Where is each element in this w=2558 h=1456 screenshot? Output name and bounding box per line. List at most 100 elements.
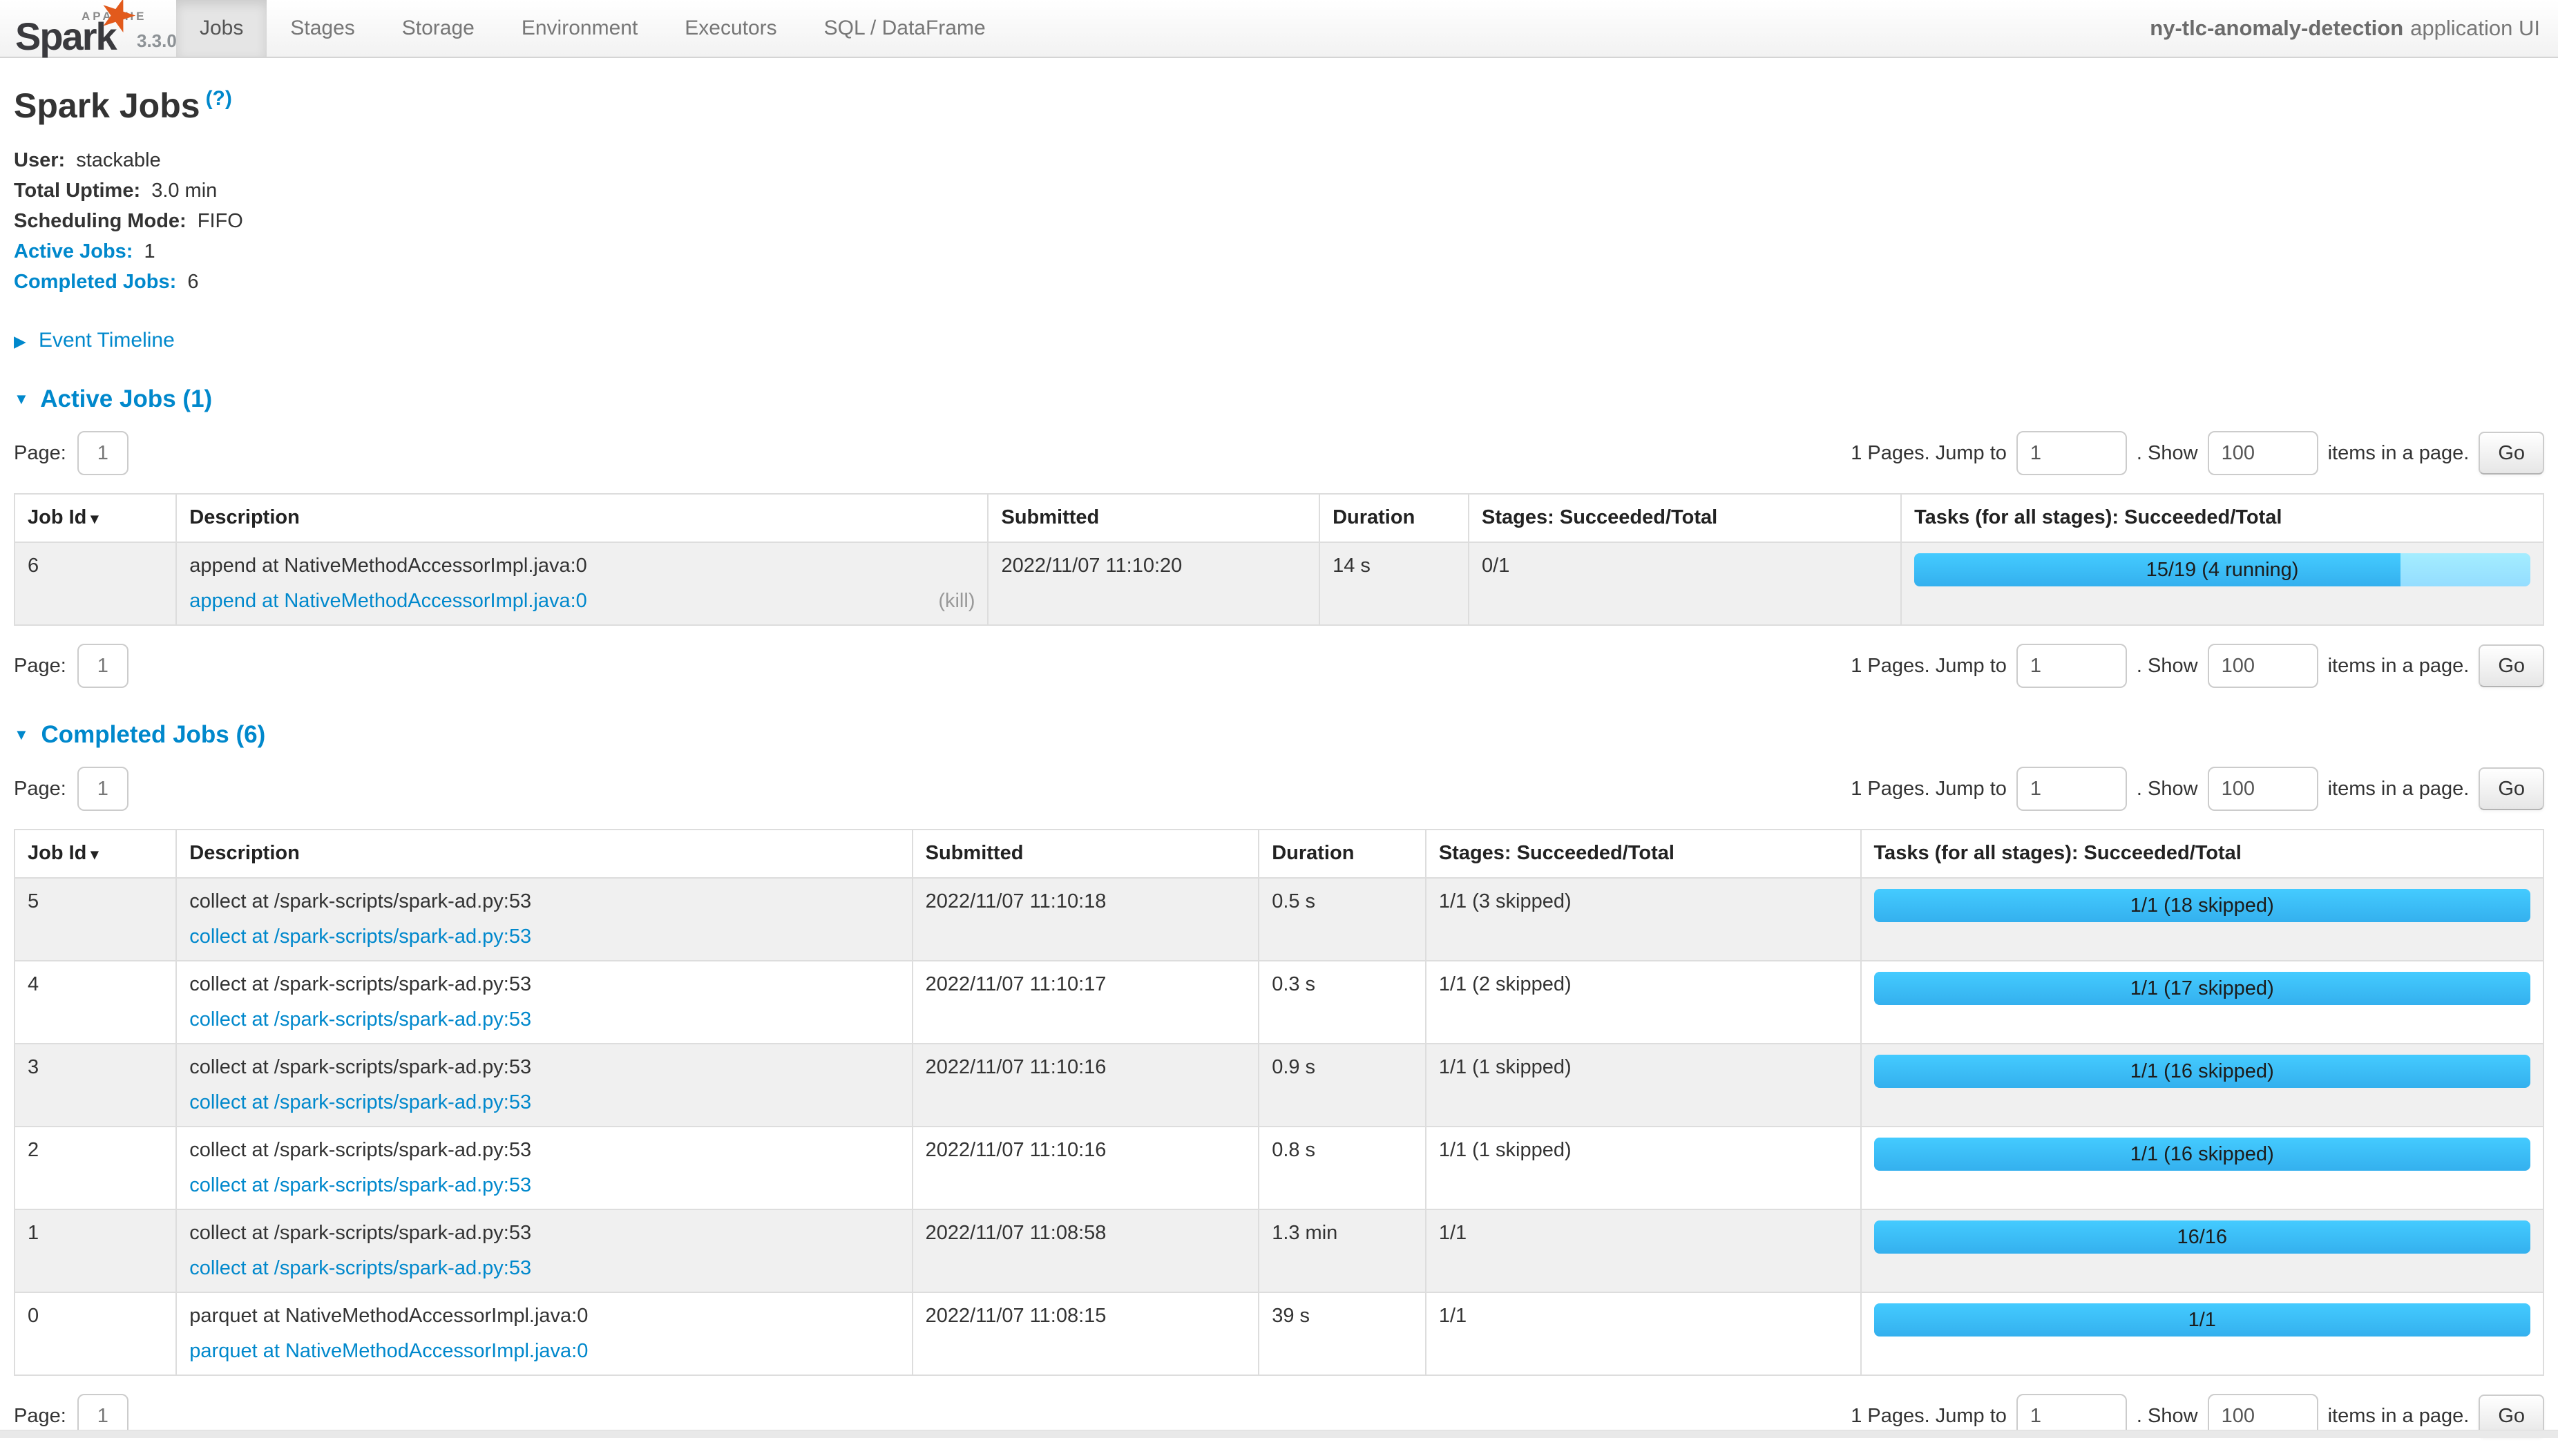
header-duration[interactable]: Duration bbox=[1259, 830, 1426, 878]
description-link[interactable]: parquet at NativeMethodAccessorImpl.java… bbox=[189, 1339, 588, 1364]
description-link[interactable]: collect at /spark-scripts/spark-ad.py:53 bbox=[189, 924, 531, 950]
go-button[interactable]: Go bbox=[2479, 644, 2544, 687]
scheduling-mode-label: Scheduling Mode: bbox=[14, 210, 187, 232]
description-link[interactable]: collect at /spark-scripts/spark-ad.py:53 bbox=[189, 1090, 531, 1115]
table-row: 2 collect at /spark-scripts/spark-ad.py:5… bbox=[15, 1127, 2543, 1209]
description-link[interactable]: collect at /spark-scripts/spark-ad.py:53 bbox=[189, 1007, 531, 1033]
go-button[interactable]: Go bbox=[2479, 432, 2544, 475]
tasks-progress-bar: 1/1 (17 skipped) bbox=[1874, 972, 2531, 1005]
description-link[interactable]: collect at /spark-scripts/spark-ad.py:53 bbox=[189, 1256, 531, 1281]
sort-desc-icon: ▾ bbox=[90, 510, 98, 527]
progress-label: 1/1 bbox=[1874, 1303, 2531, 1337]
show-items-input[interactable] bbox=[2208, 431, 2318, 475]
header-description[interactable]: Description bbox=[176, 830, 912, 878]
pages-text: 1 Pages. Jump to bbox=[1851, 1405, 2007, 1428]
summary-user: User: stackable bbox=[14, 145, 2544, 175]
job-id-cell: 2 bbox=[15, 1127, 176, 1209]
active-jobs-section-title: Active Jobs (1) bbox=[40, 385, 212, 412]
header-description[interactable]: Description bbox=[176, 494, 988, 542]
tasks-cell: 16/16 bbox=[1861, 1209, 2544, 1292]
active-jobs-count: 1 bbox=[144, 240, 155, 262]
summary-uptime: Total Uptime: 3.0 min bbox=[14, 175, 2544, 206]
tab-stages-label: Stages bbox=[290, 17, 354, 40]
page-input[interactable] bbox=[77, 431, 128, 475]
progress-label: 1/1 (16 skipped) bbox=[1874, 1138, 2531, 1171]
tab-stages[interactable]: Stages bbox=[267, 0, 378, 57]
submitted-cell: 2022/11/07 11:10:20 bbox=[988, 542, 1319, 625]
tasks-progress-bar: 1/1 bbox=[1874, 1303, 2531, 1337]
scheduling-mode-value: FIFO bbox=[198, 210, 243, 232]
description-cell: collect at /spark-scripts/spark-ad.py:53… bbox=[176, 878, 912, 961]
kill-link[interactable]: (kill) bbox=[938, 588, 975, 614]
header-submitted[interactable]: Submitted bbox=[988, 494, 1319, 542]
header-stages[interactable]: Stages: Succeeded/Total bbox=[1426, 830, 1861, 878]
page-input[interactable] bbox=[77, 644, 128, 688]
event-timeline-label: Event Timeline bbox=[39, 329, 175, 352]
header-duration[interactable]: Duration bbox=[1319, 494, 1469, 542]
description-link[interactable]: append at NativeMethodAccessorImpl.java:… bbox=[189, 588, 586, 614]
tab-executors[interactable]: Executors bbox=[661, 0, 800, 57]
show-text: . Show bbox=[2137, 778, 2198, 801]
stages-cell: 1/1 (1 skipped) bbox=[1426, 1044, 1861, 1127]
summary-scheduling-mode: Scheduling Mode: FIFO bbox=[14, 206, 2544, 236]
application-name: ny-tlc-anomaly-detection application UI bbox=[2150, 0, 2558, 57]
tab-environment[interactable]: Environment bbox=[498, 0, 661, 57]
tab-jobs[interactable]: Jobs bbox=[176, 0, 267, 57]
header-job-id-label: Job Id bbox=[28, 506, 86, 528]
active-jobs-link[interactable]: Active Jobs: bbox=[14, 240, 133, 262]
job-id-cell: 4 bbox=[15, 961, 176, 1044]
spark-wordmark: Spark bbox=[15, 14, 116, 59]
show-text: . Show bbox=[2137, 655, 2198, 678]
go-button[interactable]: Go bbox=[2479, 767, 2544, 810]
active-table-header-row: Job Id▾ Description Submitted Duration S… bbox=[15, 494, 2543, 542]
jump-to-input[interactable] bbox=[2016, 431, 2127, 475]
tab-environment-label: Environment bbox=[522, 17, 638, 40]
duration-cell: 0.9 s bbox=[1259, 1044, 1426, 1127]
horizontal-scrollbar[interactable] bbox=[0, 1430, 2558, 1438]
description-link[interactable]: collect at /spark-scripts/spark-ad.py:53 bbox=[189, 1173, 531, 1198]
header-stages[interactable]: Stages: Succeeded/Total bbox=[1469, 494, 1901, 542]
section-header-completed-jobs[interactable]: ▼ Completed Jobs (6) bbox=[14, 721, 2544, 749]
page-title: Spark Jobs (?) bbox=[14, 86, 2544, 126]
application-name-bold: ny-tlc-anomaly-detection bbox=[2150, 16, 2403, 41]
show-items-input[interactable] bbox=[2208, 767, 2318, 811]
page-title-text: Spark Jobs bbox=[14, 86, 200, 125]
header-tasks[interactable]: Tasks (for all stages): Succeeded/Total bbox=[1901, 494, 2543, 542]
description-cell: collect at /spark-scripts/spark-ad.py:53… bbox=[176, 961, 912, 1044]
tab-sql-dataframe[interactable]: SQL / DataFrame bbox=[801, 0, 1009, 57]
description-text: collect at /spark-scripts/spark-ad.py:53 bbox=[189, 1220, 899, 1246]
event-timeline-toggle[interactable]: ▶ Event Timeline bbox=[14, 329, 2544, 352]
tasks-progress-bar: 1/1 (18 skipped) bbox=[1874, 889, 2531, 922]
tab-storage[interactable]: Storage bbox=[379, 0, 498, 57]
table-row: 5collect at /spark-scripts/spark-ad.py:5… bbox=[15, 878, 2543, 961]
job-id-cell: 6 bbox=[15, 542, 176, 625]
help-link[interactable]: (?) bbox=[206, 87, 232, 110]
section-header-active-jobs[interactable]: ▼ Active Jobs (1) bbox=[14, 385, 2544, 413]
jump-to-input[interactable] bbox=[2016, 644, 2127, 688]
submitted-cell: 2022/11/07 11:10:16 bbox=[913, 1127, 1259, 1209]
table-row: 4collect at /spark-scripts/spark-ad.py:5… bbox=[15, 961, 2543, 1044]
completed-jobs-link[interactable]: Completed Jobs: bbox=[14, 271, 176, 293]
description-text: append at NativeMethodAccessorImpl.java:… bbox=[189, 553, 975, 579]
header-job-id[interactable]: Job Id▾ bbox=[15, 494, 176, 542]
description-text: collect at /spark-scripts/spark-ad.py:53 bbox=[189, 972, 899, 997]
duration-cell: 0.5 s bbox=[1259, 878, 1426, 961]
table-row: 1collect at /spark-scripts/spark-ad.py:5… bbox=[15, 1209, 2543, 1292]
pagination-row-active-top: Page: 1 Pages. Jump to . Show items in a… bbox=[14, 431, 2544, 475]
tasks-progress-bar: 15/19 (4 running) bbox=[1914, 553, 2530, 586]
show-items-input[interactable] bbox=[2208, 644, 2318, 688]
tasks-cell: 1/1 (16 skipped) bbox=[1861, 1127, 2544, 1209]
header-tasks[interactable]: Tasks (for all stages): Succeeded/Total bbox=[1861, 830, 2544, 878]
active-jobs-table: Job Id▾ Description Submitted Duration S… bbox=[14, 493, 2544, 626]
header-job-id[interactable]: Job Id▾ bbox=[15, 830, 176, 878]
submitted-cell: 2022/11/07 11:08:15 bbox=[913, 1292, 1259, 1375]
page-label: Page: bbox=[14, 442, 66, 465]
submitted-cell: 2022/11/07 11:10:16 bbox=[913, 1044, 1259, 1127]
header-submitted[interactable]: Submitted bbox=[913, 830, 1259, 878]
tasks-cell: 1/1 (16 skipped) bbox=[1861, 1044, 2544, 1127]
user-label: User: bbox=[14, 149, 65, 171]
page-input[interactable] bbox=[77, 767, 128, 811]
progress-label: 16/16 bbox=[1874, 1220, 2531, 1254]
submitted-cell: 2022/11/07 11:10:17 bbox=[913, 961, 1259, 1044]
jump-to-input[interactable] bbox=[2016, 767, 2127, 811]
